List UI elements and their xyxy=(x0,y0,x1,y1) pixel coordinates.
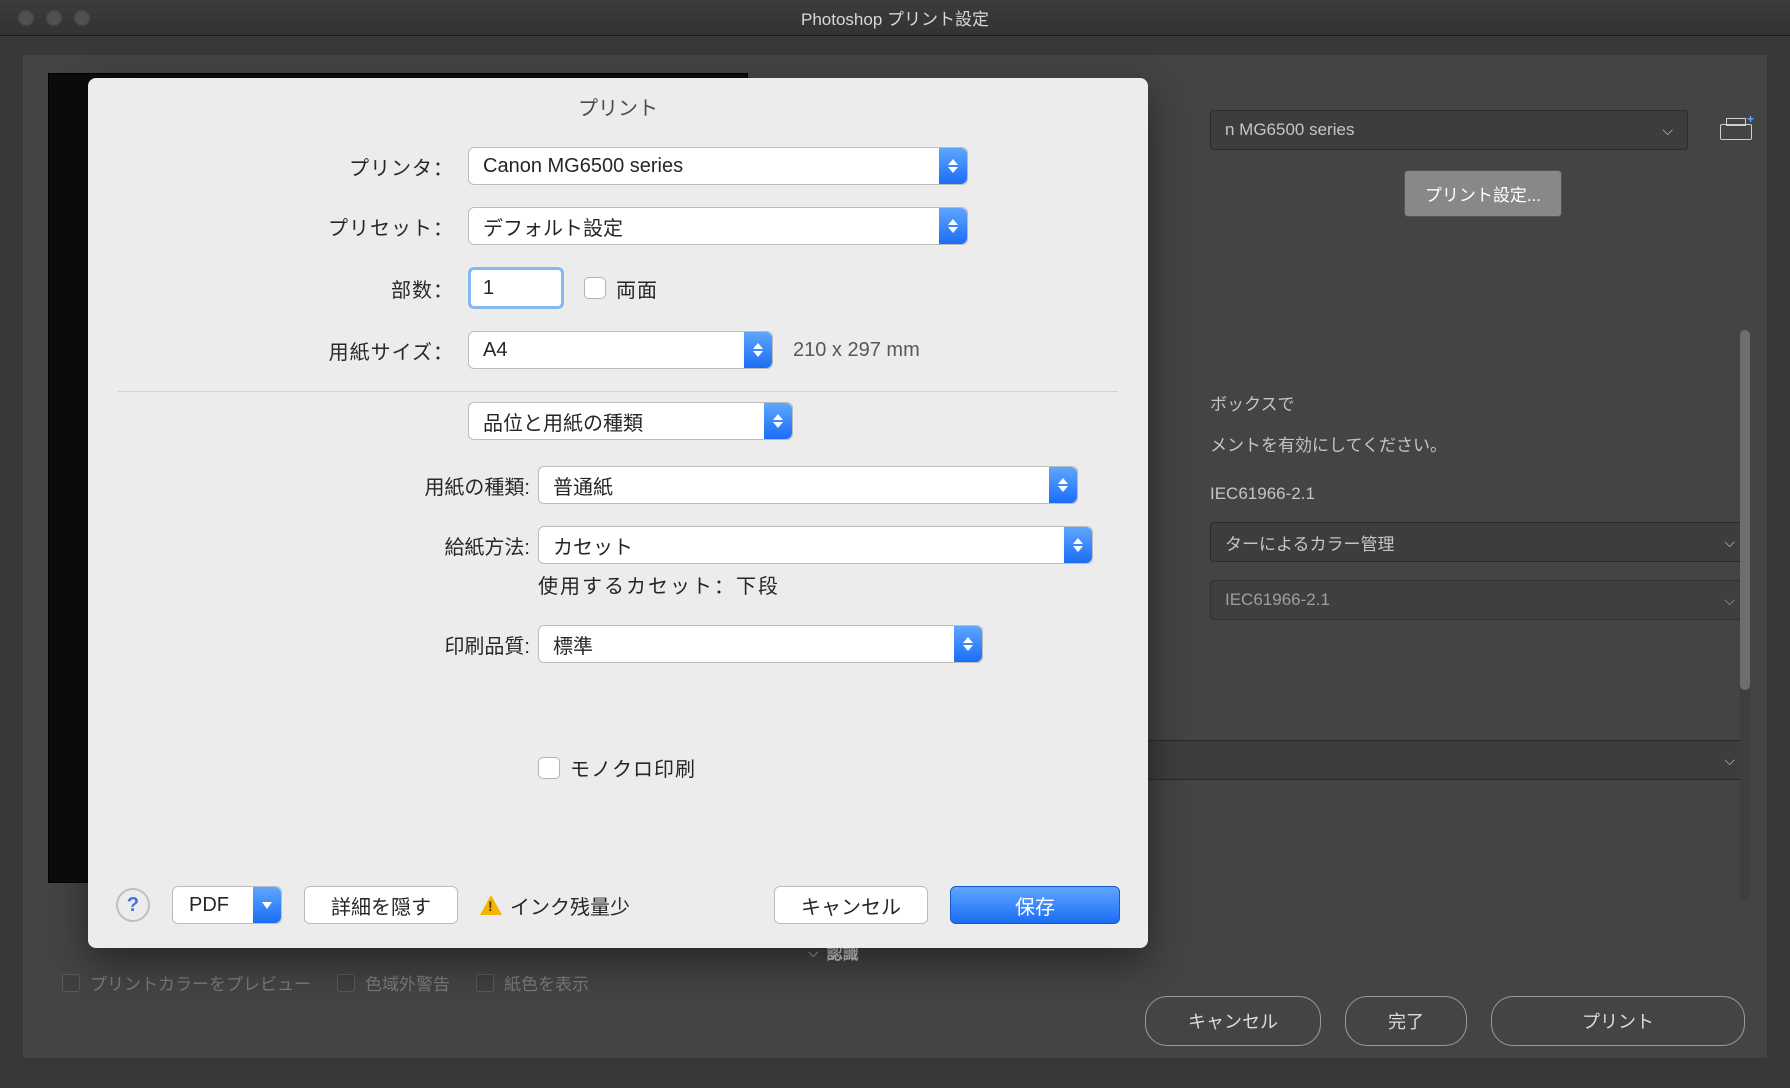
chevron-down-icon xyxy=(253,887,281,923)
duplex-label: 両面 xyxy=(616,274,658,303)
traffic-lights xyxy=(18,10,90,26)
hide-details-button[interactable]: 詳細を隠す xyxy=(304,886,458,924)
print-button[interactable]: プリント xyxy=(1491,996,1745,1046)
stepper-icon xyxy=(1049,467,1077,503)
low-ink-warning: インク残量少 xyxy=(480,891,630,920)
profile-text: IEC61966-2.1 xyxy=(1210,484,1750,504)
info-text: メントを有効にしてください。 xyxy=(1210,431,1750,456)
checkbox[interactable] xyxy=(337,974,355,992)
monochrome-checkbox[interactable] xyxy=(538,757,560,779)
paper-type-select[interactable]: 普通紙 xyxy=(538,466,1078,504)
paper-size-label: 用紙サイズ： xyxy=(88,336,468,365)
printer-label: プリンタ： xyxy=(88,152,468,181)
preset-select[interactable]: デフォルト設定 xyxy=(468,207,968,245)
zoom-window-icon[interactable] xyxy=(74,10,90,26)
printer-name-fragment: n MG6500 series xyxy=(1225,120,1354,140)
quality-label: 印刷品質: xyxy=(88,630,538,659)
copies-label: 部数： xyxy=(88,274,468,303)
info-text: ボックスで xyxy=(1210,390,1750,415)
save-button[interactable]: 保存 xyxy=(950,886,1120,924)
print-settings-button[interactable]: プリント設定... xyxy=(1404,170,1562,217)
paper-size-select[interactable]: A4 xyxy=(468,331,773,369)
pdf-dropdown[interactable]: PDF xyxy=(172,886,282,924)
chevron-down-icon: ⌵ xyxy=(1662,122,1673,139)
feed-label: 給紙方法: xyxy=(88,531,538,560)
stepper-icon xyxy=(764,403,792,439)
chevron-down-icon: ⌵ xyxy=(1724,592,1735,609)
printer-setup-icon[interactable]: + xyxy=(1720,118,1750,142)
monochrome-label: モノクロ印刷 xyxy=(570,753,696,782)
preview-options: プリントカラーをプレビュー 色域外警告 紙色を表示 xyxy=(62,970,589,995)
stepper-icon xyxy=(1064,527,1092,563)
duplex-checkbox[interactable] xyxy=(584,277,606,299)
divider xyxy=(118,391,1118,392)
stepper-icon xyxy=(939,208,967,244)
checkbox-label: 色域外警告 xyxy=(365,970,450,995)
copies-input[interactable] xyxy=(468,267,564,309)
chevron-down-icon: ⌵ xyxy=(1724,534,1735,551)
preset-label: プリセット： xyxy=(88,212,468,241)
dialog-footer: ? PDF 詳細を隠す インク残量少 キャンセル 保存 xyxy=(88,862,1148,948)
section-select[interactable]: 品位と用紙の種類 xyxy=(468,402,793,440)
stepper-icon xyxy=(939,148,967,184)
feed-select[interactable]: カセット xyxy=(538,526,1093,564)
window-title: Photoshop プリント設定 xyxy=(801,5,989,30)
paper-dimensions: 210 x 297 mm xyxy=(793,339,920,362)
checkbox-label: プリントカラーをプレビュー xyxy=(90,970,311,995)
paper-type-label: 用紙の種類: xyxy=(88,471,538,500)
cassette-note: 使用するカセット：下段 xyxy=(538,570,780,599)
photoshop-dialog-buttons: キャンセル 完了 プリント xyxy=(1145,996,1745,1046)
cancel-button[interactable]: キャンセル xyxy=(774,886,928,924)
stepper-icon xyxy=(954,626,982,662)
printer-profile-select: IEC61966-2.1 ⌵ xyxy=(1210,580,1750,620)
checkbox[interactable] xyxy=(62,974,80,992)
help-icon[interactable]: ? xyxy=(116,888,150,922)
print-dialog: プリント プリンタ： Canon MG6500 series プリセット： デフ… xyxy=(88,78,1148,948)
cancel-button[interactable]: キャンセル xyxy=(1145,996,1321,1046)
quality-select[interactable]: 標準 xyxy=(538,625,983,663)
close-window-icon[interactable] xyxy=(18,10,34,26)
checkbox-label: 紙色を表示 xyxy=(504,970,589,995)
checkbox[interactable] xyxy=(476,974,494,992)
minimize-window-icon[interactable] xyxy=(46,10,62,26)
scrollbar-track[interactable] xyxy=(1740,330,1750,900)
window-titlebar: Photoshop プリント設定 xyxy=(0,0,1790,36)
color-handling-select[interactable]: ターによるカラー管理 ⌵ xyxy=(1210,522,1750,562)
dialog-title: プリント xyxy=(88,78,1148,139)
scrollbar-thumb[interactable] xyxy=(1740,330,1750,690)
stepper-icon xyxy=(744,332,772,368)
printer-select-background[interactable]: n MG6500 series ⌵ xyxy=(1210,110,1688,150)
done-button[interactable]: 完了 xyxy=(1345,996,1467,1046)
warning-icon xyxy=(480,895,502,915)
photoshop-print-panel: n MG6500 series ⌵ + プリント設定... ボックスで メントを… xyxy=(1210,110,1750,217)
printer-select[interactable]: Canon MG6500 series xyxy=(468,147,968,185)
